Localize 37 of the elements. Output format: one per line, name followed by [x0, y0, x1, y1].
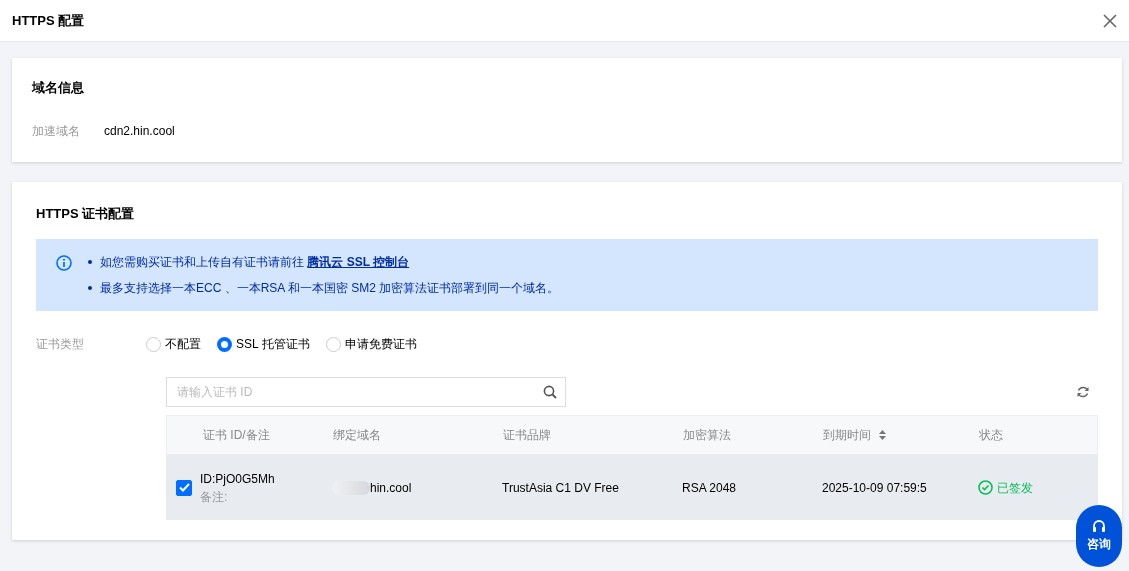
sort-icon[interactable] — [879, 430, 886, 440]
search-field[interactable]: 请输入证书 ID — [166, 377, 566, 407]
column-header: 加密算法 — [683, 427, 731, 444]
ssl-console-link[interactable]: 腾讯云 SSL 控制台 — [307, 255, 410, 269]
table-cell: RSA 2048 — [682, 480, 737, 495]
search-icon[interactable] — [543, 385, 557, 399]
table-cell-text: ID:PjO0G5Mh — [200, 470, 275, 488]
column-header: 证书品牌 — [503, 427, 551, 444]
refresh-icon[interactable] — [1076, 385, 1090, 399]
field-value: cdn2.hin.cool — [104, 122, 175, 140]
status-text: 已签发 — [997, 479, 1033, 497]
consult-button[interactable]: 咨询 — [1076, 505, 1122, 567]
close-button[interactable] — [1103, 13, 1117, 28]
table-cell: 2025-10-09 07:59:5 — [822, 480, 927, 495]
radio-option[interactable]: 申请免费证书 — [325, 335, 417, 353]
section-title: 域名信息 — [30, 79, 85, 97]
column-header: 绑定域名 — [333, 427, 381, 444]
notice-text: 最多支持选择一本ECC 、一本RSA 和一本国密 SM2 加密算法证书部署到同一个域名。 — [100, 280, 560, 297]
bullet-icon — [88, 260, 92, 264]
column-header: 证书 ID/备注 — [203, 427, 270, 444]
dialog-title: HTTPS 配置 — [12, 11, 85, 30]
headset-icon — [1091, 519, 1107, 535]
field-label: 加速域名 — [32, 122, 80, 140]
section-title: HTTPS 证书配置 — [36, 204, 136, 223]
field-label: 证书类型 — [36, 336, 84, 353]
bullet-icon — [88, 286, 92, 290]
column-header: 状态 — [979, 427, 1003, 444]
table-cell-text: hin.cool — [370, 479, 412, 497]
row-checkbox[interactable] — [176, 479, 192, 496]
radio-option[interactable]: SSL 托管证书 — [217, 335, 310, 353]
column-header[interactable]: 到期时间 — [823, 426, 871, 444]
notice-text: 如您需购买证书和上传自有证书请前往 腾讯云 SSL 控制台 — [100, 254, 410, 271]
check-circle-icon — [978, 480, 993, 495]
table-cell-text: 备注: — [200, 488, 229, 506]
table-cell: TrustAsia C1 DV Free — [502, 480, 619, 495]
info-icon — [56, 253, 72, 269]
radio-option[interactable]: 不配置 — [146, 335, 201, 353]
